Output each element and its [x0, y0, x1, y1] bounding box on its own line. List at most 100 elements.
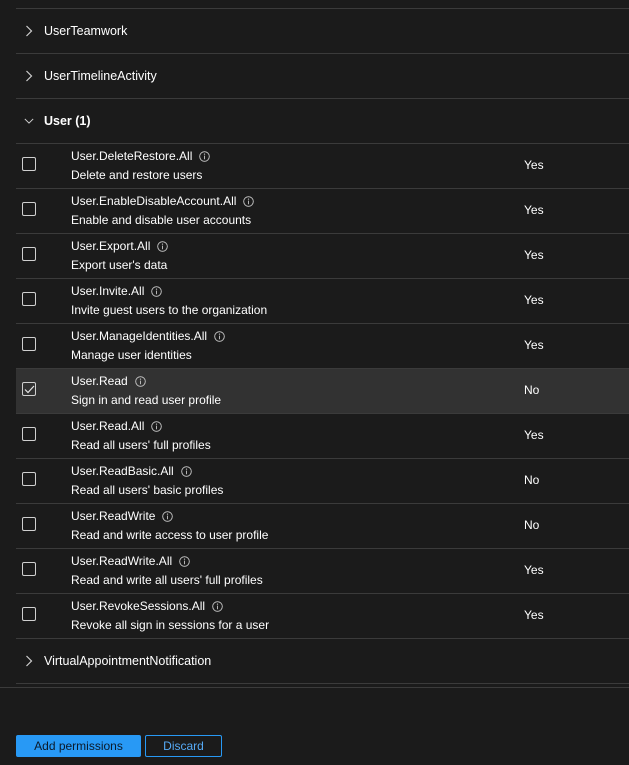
- group-virtualappointmentnotification[interactable]: VirtualAppointmentNotification: [16, 638, 629, 683]
- permissions-panel: UserTeamwork UserTimelineActivity User (…: [16, 0, 629, 685]
- info-icon[interactable]: [212, 600, 223, 612]
- info-icon[interactable]: [157, 240, 169, 252]
- permission-text: User.ManageIdentities.All Manage user ide…: [71, 328, 225, 363]
- info-icon[interactable]: [134, 375, 146, 387]
- permission-description: Export user's data: [71, 258, 168, 272]
- permission-checkbox[interactable]: [22, 607, 36, 621]
- checkmark-icon: [24, 385, 34, 393]
- permission-description: Read all users' basic profiles: [71, 483, 224, 497]
- permission-text: User.ReadBasic.All Read all users' basic …: [71, 463, 223, 498]
- permission-description: Sign in and read user profile: [71, 393, 222, 407]
- permission-row[interactable]: User.ReadWrite Read and write access to u…: [16, 503, 629, 548]
- add-permissions-button[interactable]: Add permissions: [16, 735, 141, 757]
- admin-consent-value: No: [524, 383, 540, 397]
- top-spacer: [16, 0, 629, 8]
- admin-consent-value: Yes: [524, 293, 544, 307]
- chevron-down-icon: [24, 116, 34, 126]
- permission-name: User.RevokeSessions.All: [71, 599, 206, 613]
- info-icon[interactable]: [214, 330, 225, 342]
- permission-name-line: User.ReadWrite: [71, 508, 268, 524]
- permission-checkbox[interactable]: [22, 292, 36, 306]
- admin-consent-value: Yes: [524, 248, 544, 262]
- permission-checkbox[interactable]: [22, 472, 36, 486]
- permission-row[interactable]: User.Read.All Read all users' full profil…: [16, 413, 629, 458]
- info-icon[interactable]: [151, 420, 163, 432]
- permission-name-line: User.ManageIdentities.All: [71, 328, 225, 344]
- permission-name-line: User.ReadWrite.All: [71, 553, 263, 569]
- permission-name-line: User.ReadBasic.All: [71, 463, 223, 479]
- permission-name-line: User.EnableDisableAccount.All: [71, 193, 255, 209]
- permission-name-line: User.Export.All: [71, 238, 169, 254]
- permission-description: Manage user identities: [71, 348, 192, 362]
- admin-consent-value: Yes: [524, 203, 544, 217]
- permission-name-line: User.Read.All: [71, 418, 211, 434]
- permission-description: Delete and restore users: [71, 168, 203, 182]
- admin-consent-value: Yes: [524, 563, 544, 577]
- permission-name-line: User.RevokeSessions.All: [71, 598, 269, 614]
- permission-description: Read all users' full profiles: [71, 438, 211, 452]
- info-icon[interactable]: [162, 510, 174, 522]
- permission-checkbox[interactable]: [22, 247, 36, 261]
- admin-consent-value: Yes: [524, 608, 544, 622]
- permission-text: User.RevokeSessions.All Revoke all sign i…: [71, 598, 269, 633]
- permission-row[interactable]: User.DeleteRestore.All Delete and restore…: [16, 143, 629, 188]
- permission-text: User.Read Sign in and read user profile: [71, 373, 221, 408]
- permission-checkbox[interactable]: [22, 562, 36, 576]
- admin-consent-value: Yes: [524, 428, 544, 442]
- permission-text: User.Invite.All Invite guest users to the…: [71, 283, 267, 318]
- permission-name: User.ReadBasic.All: [71, 464, 174, 478]
- permission-text: User.ReadWrite.All Read and write all use…: [71, 553, 263, 588]
- permission-checkbox[interactable]: [22, 427, 36, 441]
- permission-name-line: User.Invite.All: [71, 283, 267, 299]
- group-usertimelineactivity[interactable]: UserTimelineActivity: [16, 53, 629, 98]
- info-icon[interactable]: [180, 465, 192, 477]
- permission-name: User.ManageIdentities.All: [71, 329, 208, 343]
- permission-row[interactable]: User.Export.All Export user's data Yes: [16, 233, 629, 278]
- permission-text: User.Export.All Export user's data: [71, 238, 169, 273]
- permission-checkbox[interactable]: [22, 202, 36, 216]
- permission-row[interactable]: User.RevokeSessions.All Revoke all sign i…: [16, 593, 629, 638]
- permission-checkbox[interactable]: [22, 382, 36, 396]
- chevron-right-icon: [24, 25, 34, 37]
- permission-name: User.Read.All: [71, 419, 145, 433]
- group-label: User (1): [44, 114, 91, 128]
- permission-list: User.DeleteRestore.All Delete and restore…: [16, 143, 629, 638]
- permission-name: User.Export.All: [71, 239, 151, 253]
- chevron-right-icon: [24, 655, 34, 667]
- permission-row[interactable]: User.ManageIdentities.All Manage user ide…: [16, 323, 629, 368]
- info-icon[interactable]: [199, 150, 211, 162]
- permission-description: Enable and disable user accounts: [71, 213, 252, 227]
- footer-divider: [0, 687, 629, 688]
- permission-row[interactable]: User.EnableDisableAccount.All Enable and …: [16, 188, 629, 233]
- permission-name-line: User.DeleteRestore.All: [71, 148, 211, 164]
- permission-name: User.Invite.All: [71, 284, 145, 298]
- permission-name: User.EnableDisableAccount.All: [71, 194, 237, 208]
- permission-checkbox[interactable]: [22, 337, 36, 351]
- group-label: VirtualAppointmentNotification: [44, 654, 212, 668]
- group-userteamwork[interactable]: UserTeamwork: [16, 8, 629, 53]
- permission-row[interactable]: User.Invite.All Invite guest users to the…: [16, 278, 629, 323]
- permission-name: User.ReadWrite.All: [71, 554, 173, 568]
- permission-name: User.DeleteRestore.All: [71, 149, 193, 163]
- admin-consent-value: No: [524, 473, 540, 487]
- permission-name: User.Read: [71, 374, 128, 388]
- permission-checkbox[interactable]: [22, 517, 36, 531]
- permission-checkbox[interactable]: [22, 157, 36, 171]
- permission-description: Revoke all sign in sessions for a user: [71, 618, 270, 632]
- info-icon[interactable]: [179, 555, 190, 567]
- permission-row[interactable]: User.ReadBasic.All Read all users' basic …: [16, 458, 629, 503]
- permission-row[interactable]: User.ReadWrite.All Read and write all use…: [16, 548, 629, 593]
- divider: [16, 683, 629, 684]
- group-user[interactable]: User (1): [16, 98, 629, 143]
- info-icon[interactable]: [243, 195, 255, 207]
- permission-row[interactable]: User.Read Sign in and read user profile No: [16, 368, 629, 413]
- permission-name: User.ReadWrite: [71, 509, 156, 523]
- admin-consent-value: No: [524, 518, 540, 532]
- admin-consent-value: Yes: [524, 338, 544, 352]
- permission-description: Invite guest users to the organization: [71, 303, 268, 317]
- permission-text: User.Read.All Read all users' full profil…: [71, 418, 211, 453]
- discard-button[interactable]: Discard: [145, 735, 222, 757]
- info-icon[interactable]: [151, 285, 163, 297]
- group-label: UserTeamwork: [44, 24, 128, 38]
- permission-text: User.ReadWrite Read and write access to u…: [71, 508, 268, 543]
